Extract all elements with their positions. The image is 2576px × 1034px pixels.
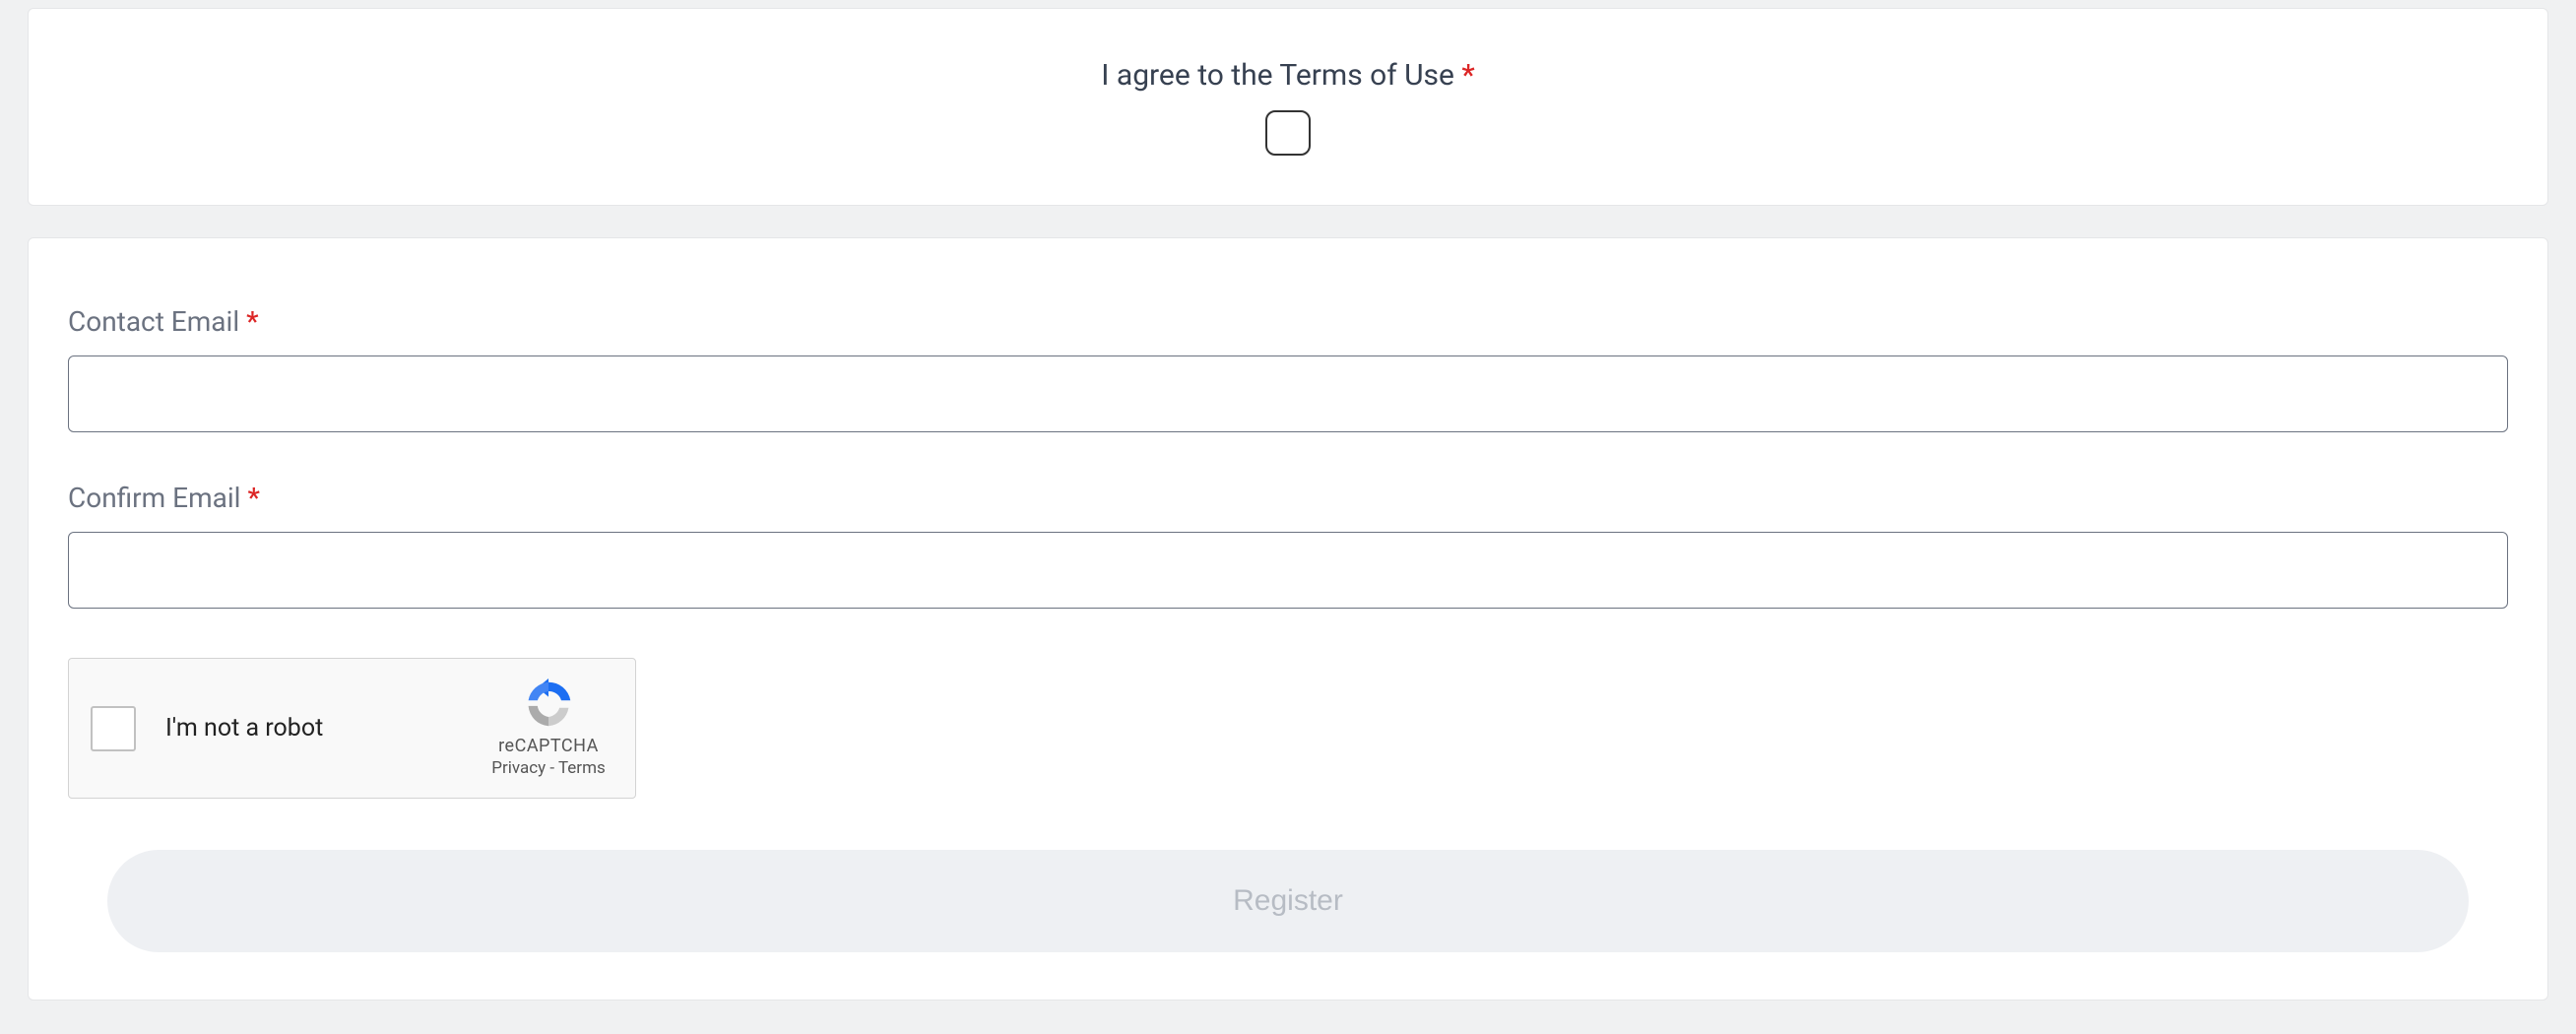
terms-agreement-section: I agree to the Terms of Use *	[28, 8, 2548, 206]
contact-email-group: Contact Email *	[68, 305, 2508, 432]
agree-terms-label: I agree to the Terms of Use *	[1101, 58, 1474, 93]
contact-email-input[interactable]	[68, 355, 2508, 432]
contact-email-label-text: Contact Email	[68, 305, 239, 338]
email-registration-section: Contact Email * Confirm Email * I'm not …	[28, 237, 2548, 1001]
confirm-email-input[interactable]	[68, 532, 2508, 609]
required-marker: *	[247, 482, 259, 514]
recaptcha-checkbox[interactable]	[91, 706, 136, 751]
register-button[interactable]: Register	[107, 850, 2469, 952]
agree-terms-checkbox[interactable]	[1265, 110, 1311, 156]
recaptcha-branding: reCAPTCHA Privacy - Terms	[480, 679, 617, 778]
required-marker: *	[246, 305, 258, 338]
recaptcha-label: I'm not a robot	[165, 714, 480, 743]
recaptcha-widget: I'm not a robot reCAPTCHA Privacy - Term…	[68, 658, 636, 799]
recaptcha-privacy-link[interactable]: Privacy	[491, 758, 546, 778]
confirm-email-label-text: Confirm Email	[68, 482, 240, 514]
confirm-email-group: Confirm Email *	[68, 482, 2508, 609]
agree-terms-text: I agree to the Terms of Use	[1101, 58, 1454, 93]
contact-email-label: Contact Email *	[68, 305, 2508, 338]
recaptcha-links: Privacy - Terms	[491, 758, 606, 778]
recaptcha-brand-text: reCAPTCHA	[498, 736, 599, 756]
recaptcha-terms-link[interactable]: Terms	[558, 758, 606, 778]
recaptcha-icon	[521, 679, 576, 730]
recaptcha-separator: -	[546, 758, 558, 778]
required-marker: *	[1461, 58, 1474, 93]
confirm-email-label: Confirm Email *	[68, 482, 2508, 514]
